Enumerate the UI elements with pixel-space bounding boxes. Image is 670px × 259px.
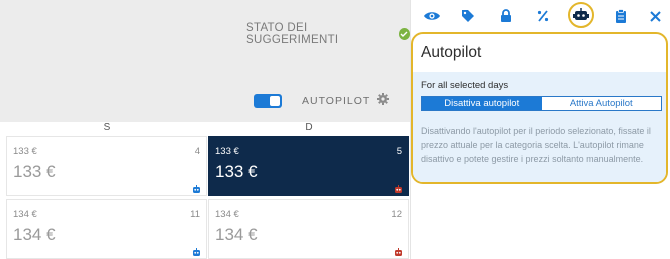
calendar-day-cell-selected[interactable]: 133 € 5 133 € [208,136,409,196]
cell-price: 133 € [215,162,258,181]
side-panel: Autopilot For all selected days Disattiv… [410,0,670,259]
panel-tabbar [411,0,670,32]
robot-icon [394,244,403,256]
suggestions-status-label: STATO DEI SUGGERIMENTI [246,22,339,46]
cell-day-number: 12 [391,209,402,220]
cell-price: 133 € [13,162,56,181]
autopilot-label: AUTOPILOT [302,95,371,107]
cell-old-price: 134 € [13,209,37,220]
cell-price: 134 € [13,225,56,244]
robot-icon [394,181,403,193]
calendar-day-cell[interactable]: 134 € 12 134 € [208,199,409,259]
cell-old-price: 133 € [215,146,239,157]
panel-subtitle: For all selected days [421,80,509,91]
gear-icon[interactable] [376,92,390,106]
cell-day-number: 11 [190,209,200,220]
deactivate-autopilot-button[interactable]: Disattiva autopilot [422,97,542,110]
autopilot-description: Disattivando l'autopilot per il periodo … [421,126,651,164]
cell-old-price: 134 € [215,209,239,220]
eye-icon[interactable] [421,5,443,27]
clipboard-icon[interactable] [610,5,632,27]
day-header-d: D [305,122,313,133]
robot-icon [192,244,201,256]
autopilot-card: Autopilot For all selected days Disattiv… [411,32,668,184]
day-header-s: S [103,122,111,133]
panel-title: Autopilot [421,44,482,61]
suggestions-status: STATO DEI SUGGERIMENTI [246,22,410,46]
robot-icon [192,181,201,193]
cell-old-price: 133 € [13,146,37,157]
autopilot-mode-switch: Disattiva autopilot Attiva Autopilot [421,96,662,111]
autopilot-toggle[interactable] [254,94,282,108]
cell-day-number: 4 [194,146,200,157]
calendar-day-cell[interactable]: 133 € 4 133 € [6,136,207,196]
robot-icon[interactable] [568,2,594,28]
cell-price: 134 € [215,225,258,244]
toggle-knob [270,96,280,106]
tag-icon[interactable] [457,5,479,27]
check-icon [398,28,410,40]
cell-day-number: 5 [396,146,402,157]
calendar-area: STATO DEI SUGGERIMENTI AUTOPILOT S D 133… [0,0,410,259]
calendar-day-cell[interactable]: 134 € 11 134 € [6,199,207,259]
lock-icon[interactable] [495,5,517,27]
activate-autopilot-button[interactable]: Attiva Autopilot [542,97,662,110]
percent-icon[interactable] [532,5,554,27]
autopilot-card-body: For all selected days Disattiva autopilo… [413,72,666,182]
close-icon[interactable] [644,5,666,27]
